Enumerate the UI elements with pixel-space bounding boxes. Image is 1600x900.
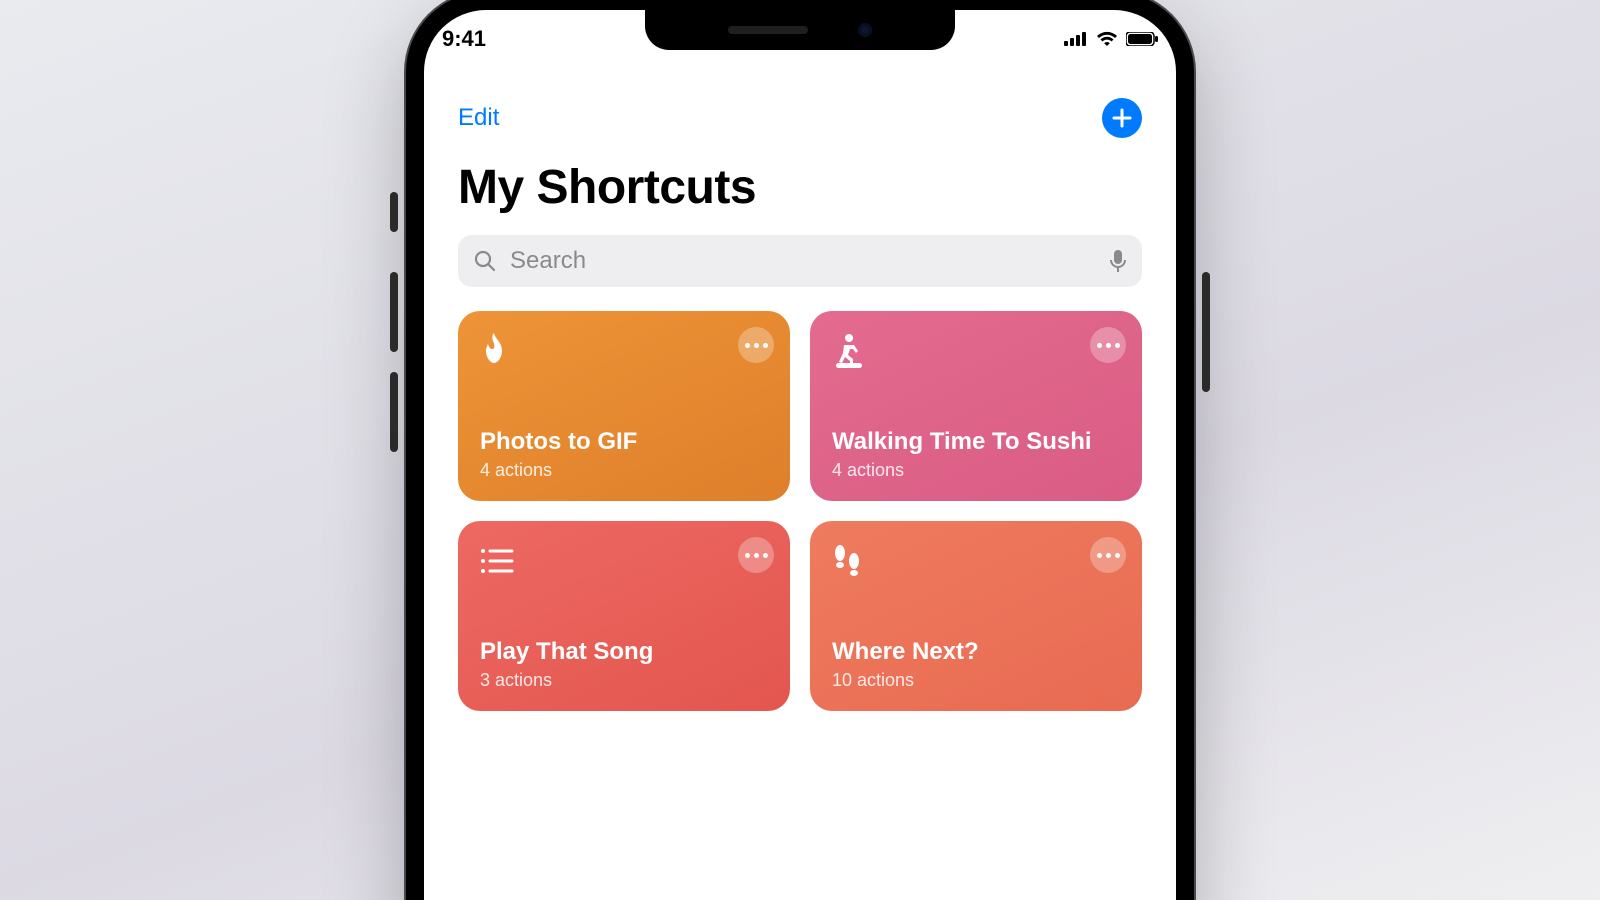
battery-icon <box>1126 32 1158 46</box>
card-subtitle: 4 actions <box>832 460 1120 481</box>
search-icon <box>474 250 496 272</box>
card-more-button[interactable] <box>738 537 774 573</box>
card-subtitle: 4 actions <box>480 460 768 481</box>
wifi-icon <box>1096 31 1118 47</box>
card-title: Walking Time To Sushi <box>832 428 1120 456</box>
card-subtitle: 10 actions <box>832 670 1120 691</box>
volume-up-button <box>390 272 398 352</box>
card-title: Where Next? <box>832 638 1120 666</box>
phone-notch <box>645 10 955 50</box>
phone-frame: 9:41 <box>406 0 1194 900</box>
front-camera <box>858 23 872 37</box>
shortcuts-grid: Photos to GIF 4 actions <box>458 311 1142 711</box>
volume-down-button <box>390 372 398 452</box>
card-more-button[interactable] <box>1090 537 1126 573</box>
plus-icon <box>1112 108 1132 128</box>
footsteps-icon <box>832 541 1120 581</box>
card-title: Play That Song <box>480 638 768 666</box>
nav-bar: Edit <box>458 98 1142 138</box>
card-more-button[interactable] <box>738 327 774 363</box>
speaker-grille <box>728 26 808 34</box>
shortcut-card[interactable]: Play That Song 3 actions <box>458 521 790 711</box>
power-button <box>1202 272 1210 392</box>
edit-button[interactable]: Edit <box>458 104 499 132</box>
flame-icon <box>480 331 768 371</box>
phone-screen: 9:41 <box>424 10 1176 900</box>
shortcut-card[interactable]: Where Next? 10 actions <box>810 521 1142 711</box>
silence-switch <box>390 192 398 232</box>
card-subtitle: 3 actions <box>480 670 768 691</box>
card-title: Photos to GIF <box>480 428 768 456</box>
search-field[interactable] <box>458 235 1142 287</box>
card-more-button[interactable] <box>1090 327 1126 363</box>
shortcut-card[interactable]: Photos to GIF 4 actions <box>458 311 790 501</box>
status-indicators <box>1064 31 1158 47</box>
person-walk-icon <box>832 331 1120 371</box>
status-time: 9:41 <box>442 26 486 52</box>
page-title: My Shortcuts <box>458 160 1142 215</box>
search-input[interactable] <box>508 246 1098 276</box>
add-shortcut-button[interactable] <box>1102 98 1142 138</box>
microphone-icon[interactable] <box>1110 249 1126 273</box>
list-icon <box>480 541 768 581</box>
shortcut-card[interactable]: Walking Time To Sushi 4 actions <box>810 311 1142 501</box>
phone-bezel: 9:41 <box>420 6 1180 900</box>
cellular-icon <box>1064 32 1088 46</box>
